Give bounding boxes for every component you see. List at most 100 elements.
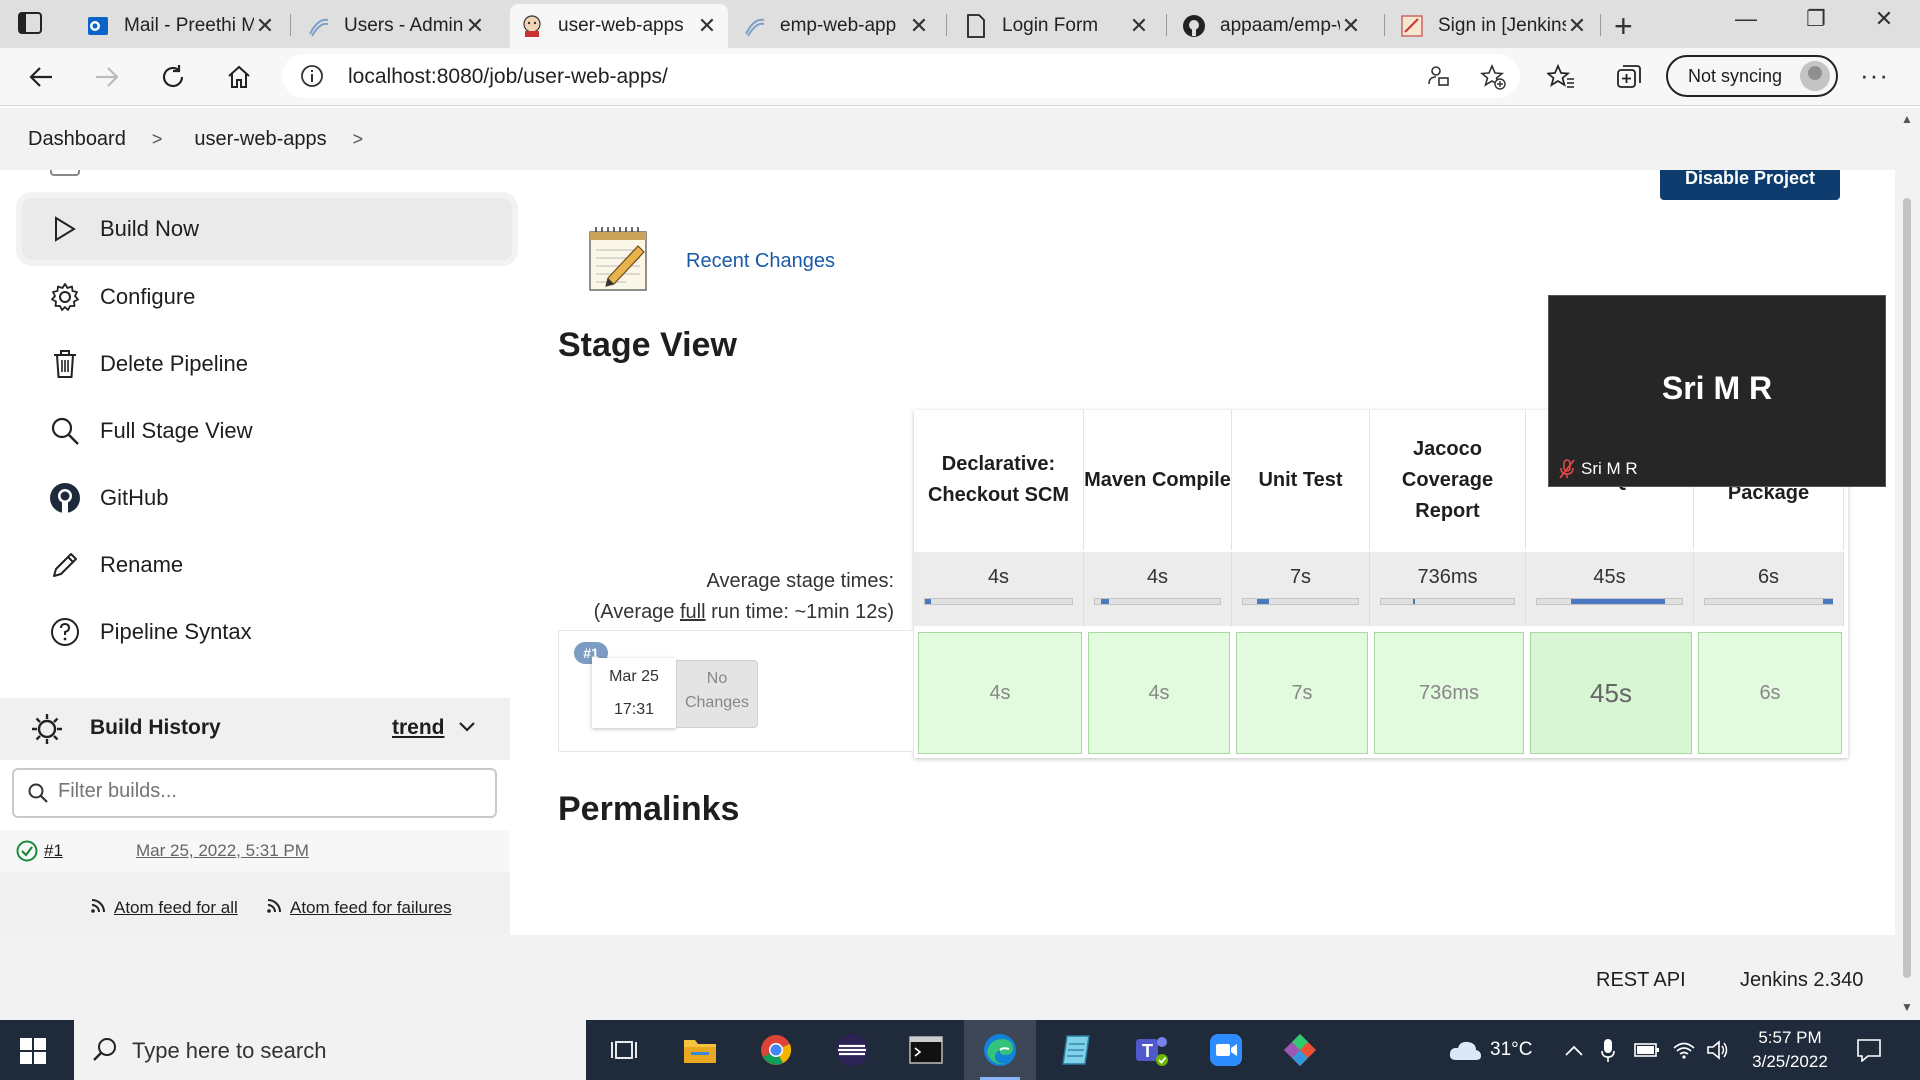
close-tab-icon[interactable]: ✕ [696, 13, 718, 39]
sidebar-item-github[interactable]: GitHub [22, 467, 512, 529]
restore-icon[interactable]: ❐ [1786, 6, 1846, 32]
zoom-icon[interactable] [1190, 1020, 1262, 1080]
avg-full-prefix: (Average [593, 601, 680, 623]
weather-widget[interactable]: 31°C [1448, 1020, 1532, 1080]
stage-avg-unit-test: 7s [1232, 552, 1370, 626]
forward-icon[interactable] [90, 60, 124, 94]
video-call-overlay[interactable]: Sri M R Sri M R [1548, 295, 1886, 487]
stage-cell-checkout[interactable]: 4s [918, 632, 1082, 754]
chevron-right-icon[interactable]: > [353, 129, 364, 150]
new-tab-icon[interactable]: + [1614, 8, 1633, 45]
close-tab-icon[interactable]: ✕ [1128, 13, 1150, 39]
git-gui-icon[interactable] [1264, 1020, 1336, 1080]
close-tab-icon[interactable]: ✕ [1566, 13, 1588, 39]
edge-icon[interactable] [964, 1020, 1036, 1080]
scroll-up-icon[interactable]: ▲ [1901, 112, 1913, 126]
minimize-icon[interactable]: — [1716, 6, 1776, 32]
run-changes-box[interactable]: No Changes [676, 660, 758, 728]
sync-label: Not syncing [1688, 65, 1783, 86]
windows-start-icon[interactable] [20, 1038, 46, 1069]
tab-user-web-apps[interactable]: user-web-apps ✕ [510, 4, 728, 48]
sidebar-item-build-now[interactable]: Build Now [22, 198, 512, 260]
tab-actions-icon[interactable] [18, 12, 46, 36]
sidebar-item-full-stage-view[interactable]: Full Stage View [22, 400, 512, 462]
notifications-icon[interactable] [1856, 1020, 1882, 1080]
close-window-icon[interactable]: ✕ [1854, 6, 1914, 32]
volume-icon[interactable] [1706, 1020, 1730, 1080]
show-hidden-icons[interactable] [1564, 1020, 1584, 1080]
stage-header-checkout: Declarative: Checkout SCM [914, 410, 1084, 550]
back-icon[interactable] [24, 60, 58, 94]
scrollbar-thumb[interactable] [1903, 198, 1911, 978]
filter-builds-field[interactable] [12, 768, 497, 818]
atom-feed-all-link[interactable]: Atom feed for all [90, 896, 238, 919]
sidebar-item-configure[interactable]: Configure [22, 266, 512, 328]
breadcrumb-job[interactable]: user-web-apps [194, 128, 326, 151]
filter-builds-input[interactable] [58, 780, 478, 803]
stage-cell-jacoco[interactable]: 736ms [1374, 632, 1524, 754]
tab-mail[interactable]: Mail - Preethi M ✕ [76, 4, 286, 48]
atom-feeds: Atom feed for all Atom feed for failures [0, 872, 510, 936]
taskbar-clock[interactable]: 5:57 PM 3/25/2022 [1740, 1026, 1840, 1074]
stage-cell-package[interactable]: 6s [1698, 632, 1842, 754]
teams-icon[interactable]: T [1116, 1020, 1188, 1080]
url-bar[interactable]: localhost:8080/job/user-web-apps/ [282, 54, 1520, 98]
task-view-icon[interactable] [588, 1020, 660, 1080]
tab-github[interactable]: appaam/emp-web ✕ [1172, 4, 1372, 48]
disable-project-button[interactable]: Disable Project [1660, 169, 1840, 200]
tab-title: Login Form [1002, 15, 1099, 36]
breadcrumb-dashboard[interactable]: Dashboard [28, 128, 126, 151]
rest-api-link[interactable]: REST API [1596, 969, 1686, 992]
tab-users-administrator[interactable]: Users - Administrator ✕ [296, 4, 496, 48]
stage-header-jacoco: Jacoco Coverage Report [1370, 410, 1526, 550]
build-history-row[interactable]: #1 Mar 25, 2022, 5:31 PM [0, 830, 510, 872]
stage-cell-sonarqube[interactable]: 45s [1530, 632, 1692, 754]
scroll-down-icon[interactable]: ▼ [1901, 1000, 1913, 1014]
chevron-down-icon[interactable] [458, 720, 476, 738]
eclipse-icon[interactable] [816, 1020, 888, 1080]
full-run-link[interactable]: full [680, 601, 706, 623]
battery-icon[interactable] [1634, 1020, 1660, 1080]
sidebar-item-pipeline-syntax[interactable]: Pipeline Syntax [22, 601, 512, 663]
atom-feed-failures-link[interactable]: Atom feed for failures [266, 896, 452, 919]
recent-changes-link[interactable]: Recent Changes [686, 250, 835, 273]
vertical-scrollbar[interactable]: ▲ ▼ [1895, 108, 1920, 1020]
notepad-app-icon[interactable] [1040, 1020, 1112, 1080]
file-explorer-icon[interactable] [664, 1020, 736, 1080]
refresh-icon[interactable] [156, 60, 190, 94]
cloudy-weather-icon [1449, 1041, 1481, 1060]
taskbar-search-box[interactable]: Type here to search [74, 1020, 586, 1080]
chrome-icon[interactable] [740, 1020, 812, 1080]
trend-link[interactable]: trend [392, 716, 445, 740]
build-date-link[interactable]: Mar 25, 2022, 5:31 PM [136, 841, 309, 861]
terminal-icon[interactable] [890, 1020, 962, 1080]
close-tab-icon[interactable]: ✕ [254, 13, 276, 39]
favorites-icon[interactable] [1544, 60, 1578, 94]
tab-emp-web-app[interactable]: emp-web-app ✕ [732, 4, 940, 48]
close-tab-icon[interactable]: ✕ [1340, 13, 1362, 39]
build-number-link[interactable]: #1 [44, 841, 63, 861]
profile-password-icon[interactable] [1426, 64, 1450, 93]
stage-cell-maven-compile[interactable]: 4s [1088, 632, 1230, 754]
github-icon [1182, 14, 1206, 38]
stage-cell-unit-test[interactable]: 7s [1236, 632, 1368, 754]
tab-login-form[interactable]: Login Form ✕ [954, 4, 1160, 48]
sync-status-button[interactable]: Not syncing [1666, 55, 1838, 97]
close-tab-icon[interactable]: ✕ [464, 13, 486, 39]
tab-sign-in-jenkins[interactable]: Sign in [Jenkins] ✕ [1390, 4, 1598, 48]
sidebar-item-label: Delete Pipeline [100, 351, 248, 376]
add-favorite-icon[interactable] [1479, 63, 1506, 95]
home-icon[interactable] [222, 60, 256, 94]
collections-icon[interactable] [1612, 60, 1646, 94]
wifi-icon[interactable] [1672, 1020, 1696, 1080]
sidebar-item-delete-pipeline[interactable]: Delete Pipeline [22, 333, 512, 395]
stage-avg-checkout: 4s [914, 552, 1084, 626]
jenkins-version-link[interactable]: Jenkins 2.340 [1740, 969, 1863, 992]
sidebar-item-label: Rename [100, 552, 184, 577]
site-info-icon[interactable] [300, 64, 324, 93]
settings-more-icon[interactable]: ··· [1860, 60, 1889, 91]
microphone-tray-icon[interactable] [1600, 1020, 1616, 1080]
close-tab-icon[interactable]: ✕ [908, 13, 930, 39]
jenkins-swirl-icon [742, 14, 766, 38]
sidebar-item-rename[interactable]: Rename [22, 534, 512, 596]
